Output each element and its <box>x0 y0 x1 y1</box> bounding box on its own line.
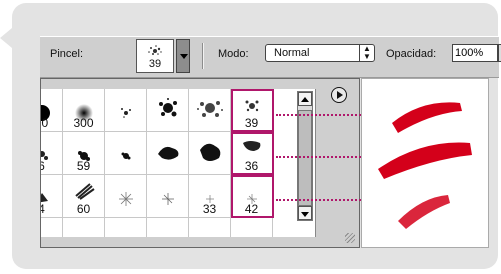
brush-tip-icon <box>121 152 130 160</box>
play-arrow-icon <box>337 91 343 99</box>
mode-select[interactable]: Normal ▲ ▼ <box>265 44 375 62</box>
brush-cell[interactable] <box>147 89 189 132</box>
brush-tip-icon <box>158 98 177 117</box>
brush-tip-icon <box>196 101 223 117</box>
brush-stroke-samples <box>378 102 472 229</box>
panel-menu-button[interactable] <box>331 87 347 103</box>
brush-cell[interactable] <box>147 132 189 175</box>
brush-cell[interactable] <box>63 218 105 237</box>
stroke-sample-39 <box>392 102 462 133</box>
mode-value: Normal <box>274 47 310 59</box>
brush-picker-dropdown[interactable] <box>176 39 190 73</box>
stroke-preview-panel <box>361 78 489 248</box>
brush-tip-icon <box>120 108 131 118</box>
brush-cell[interactable] <box>41 218 63 237</box>
brush-cell[interactable] <box>105 218 147 237</box>
brush-cell[interactable]: 59 <box>63 132 105 175</box>
brush-tip-icon <box>157 146 178 160</box>
brush-tip-icon <box>161 193 174 205</box>
opacity-label: Opacidad: <box>386 48 437 60</box>
brush-cell[interactable]: 4 <box>41 175 63 218</box>
callout-notch <box>0 28 12 48</box>
brush-cell[interactable] <box>189 218 231 237</box>
brush-picker-panel: 00 300 39 6 59 <box>40 78 360 248</box>
brush-cell[interactable] <box>189 132 231 175</box>
brush-cell[interactable] <box>105 132 147 175</box>
brush-cell[interactable]: 00 <box>41 89 63 132</box>
brush-size: 300 <box>73 116 94 130</box>
brush-label: Pincel: <box>50 48 84 60</box>
brush-cell[interactable] <box>105 175 147 218</box>
resize-grip[interactable] <box>345 233 355 243</box>
brush-size: 4 <box>41 202 62 216</box>
brush-preview-button[interactable]: 39 <box>136 39 174 73</box>
brush-size: 33 <box>202 202 217 216</box>
dropdown-arrow-icon <box>180 54 188 59</box>
mode-label: Modo: <box>218 48 249 60</box>
brush-cell[interactable] <box>231 218 273 237</box>
stroke-sample-42 <box>398 195 450 229</box>
brush-size: 60 <box>76 202 91 216</box>
highlight-box-36 <box>231 132 274 175</box>
brush-size-value: 39 <box>148 58 162 70</box>
brush-tip-icon <box>118 192 133 206</box>
brush-cell[interactable]: 6 <box>41 132 63 175</box>
arrow-up-icon <box>301 97 309 102</box>
brush-grid: 00 300 39 6 59 <box>41 89 316 237</box>
highlight-box-42 <box>231 175 274 218</box>
brush-size: 6 <box>41 159 62 173</box>
scroll-thumb[interactable] <box>298 110 312 206</box>
stroke-sample-36 <box>378 142 472 179</box>
scroll-up-button[interactable] <box>298 92 312 106</box>
brush-tip-icon <box>199 143 220 161</box>
toolbar-divider <box>202 43 204 69</box>
highlight-box-39 <box>231 89 274 132</box>
brush-cell[interactable]: 60 <box>63 175 105 218</box>
brush-cell[interactable] <box>189 89 231 132</box>
scroll-down-button[interactable] <box>298 206 312 220</box>
brush-cell[interactable] <box>147 218 189 237</box>
brush-cell[interactable] <box>147 175 189 218</box>
brush-size: 59 <box>76 159 91 173</box>
opacity-field[interactable]: 100% <box>452 44 498 62</box>
updown-arrows-icon: ▲ ▼ <box>359 45 374 61</box>
brush-tip-icon <box>74 183 95 200</box>
options-bar: Pincel: 39 Modo: Normal ▲ ▼ Opacidad: 100… <box>40 36 501 78</box>
brush-cell[interactable]: 33 <box>189 175 231 218</box>
arrow-down-icon <box>301 212 309 217</box>
brush-cell[interactable] <box>105 89 147 132</box>
brush-size: 00 <box>41 116 49 130</box>
brush-cell[interactable]: 300 <box>63 89 105 132</box>
